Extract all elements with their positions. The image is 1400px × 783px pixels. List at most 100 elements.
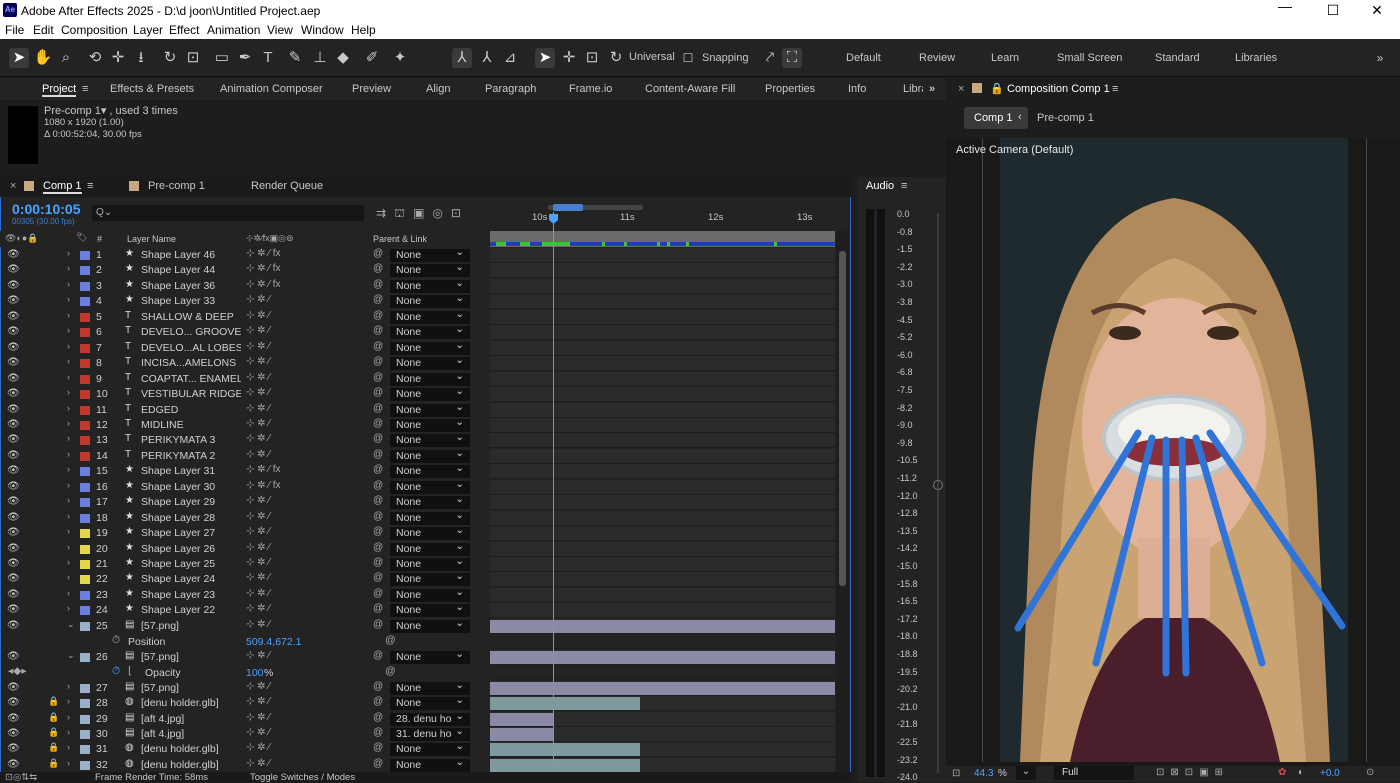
parent-dropdown[interactable]: None <box>390 323 470 340</box>
dolly-camera-icon[interactable]: ⭳ <box>131 48 151 68</box>
workspace-small-screen[interactable]: Small Screen <box>1057 52 1122 64</box>
expand-arrow-icon[interactable]: › <box>67 372 70 382</box>
col-parent-link[interactable]: Parent & Link <box>373 234 427 244</box>
expand-arrow-icon[interactable]: › <box>67 727 70 737</box>
layer-switches[interactable]: ⊹ ✲ ⁄ <box>246 418 270 429</box>
label-color-swatch[interactable] <box>80 606 90 616</box>
menu-effect[interactable]: Effect <box>169 23 199 37</box>
tab-properties[interactable]: Properties <box>765 83 815 95</box>
menu-icon[interactable]: ≡ <box>87 180 93 192</box>
zoom-tool-icon[interactable]: ⌕ <box>56 48 76 68</box>
tab-render-queue[interactable]: Render Queue <box>251 180 323 192</box>
layer-switches[interactable]: ⊹ ✲ ⁄ <box>246 542 270 553</box>
parent-dropdown[interactable]: None <box>390 586 470 602</box>
menu-animation[interactable]: Animation <box>207 23 260 37</box>
label-color-swatch[interactable] <box>80 560 90 569</box>
eye-icon[interactable]: 👁 <box>7 342 20 353</box>
lock-icon[interactable]: 🔒 <box>990 82 1004 95</box>
pickwhip-icon[interactable]: @ <box>373 279 383 290</box>
pickwhip-icon[interactable]: @ <box>373 464 383 475</box>
selection-tool-icon[interactable]: ➤ <box>9 48 29 68</box>
parent-dropdown[interactable]: None <box>390 308 470 324</box>
toggle-switches-modes[interactable]: Toggle Switches / Modes <box>250 772 355 783</box>
parent-dropdown[interactable]: None <box>390 339 470 355</box>
layer-row[interactable]: 👁 🔒 › 29 ▤ [aft 4.jpg] ⊹ ✲ ⁄ @28. denu ho <box>0 710 490 727</box>
snap-icon[interactable]: ⤤ <box>760 48 780 68</box>
parent-dropdown[interactable]: None <box>390 570 470 587</box>
layer-row[interactable]: 👁 › 12 T MIDLINE ⊹ ✲ ⁄ @ None <box>0 416 490 433</box>
stopwatch-icon[interactable]: ⏱ <box>112 665 120 678</box>
layer-row[interactable]: 👁 › 1 ★ Shape Layer 46 ⊹ ✲ ⁄ fx @ None <box>0 246 490 263</box>
expand-arrow-icon[interactable]: › <box>67 449 70 459</box>
pickwhip-icon[interactable]: @ <box>373 511 383 522</box>
rectangle-tool-icon[interactable]: ▭ <box>212 48 232 68</box>
layer-switches[interactable]: ⊹ ✲ ⁄ <box>246 712 270 723</box>
layer-name[interactable]: EDGED <box>141 404 241 416</box>
snapping-checkbox[interactable]: ☐ <box>678 48 698 68</box>
expand-arrow-icon[interactable]: › <box>67 681 70 691</box>
more-workspaces-icon[interactable]: » <box>1370 48 1390 68</box>
current-time[interactable]: 0:00:10:05 <box>12 201 81 217</box>
label-color-swatch[interactable] <box>80 544 90 554</box>
label-color-swatch[interactable] <box>80 436 90 446</box>
pickwhip-icon[interactable]: @ <box>385 634 396 646</box>
pickwhip-icon[interactable]: @ <box>373 603 383 614</box>
pickwhip-icon[interactable]: @ <box>373 727 383 738</box>
layer-name[interactable]: Shape Layer 24 <box>141 573 241 585</box>
eye-icon[interactable]: 👁 <box>7 326 20 337</box>
eye-icon[interactable]: 👁 <box>7 558 20 569</box>
pickwhip-icon[interactable]: @ <box>385 665 396 677</box>
layer-duration-bar[interactable] <box>490 619 835 633</box>
label-color-swatch[interactable] <box>80 251 90 260</box>
world-axis-icon[interactable]: ⅄ <box>477 48 497 68</box>
resolution-dropdown[interactable]: Full <box>1054 766 1134 780</box>
scroll-thumb[interactable] <box>839 251 846 586</box>
layer-track[interactable] <box>490 371 835 387</box>
layer-name[interactable]: VESTIBULAR RIDGE <box>141 388 241 400</box>
expand-arrow-icon[interactable]: › <box>67 696 70 706</box>
eye-icon[interactable]: 👁 <box>7 759 20 770</box>
tab-paragraph[interactable]: Paragraph <box>485 83 536 95</box>
label-color-swatch[interactable] <box>80 328 90 338</box>
label-color-swatch[interactable] <box>80 729 90 739</box>
3d-scale-icon[interactable]: ⊡ <box>582 48 602 68</box>
layer-switches[interactable]: ⊹ ✲ ⁄ <box>246 758 270 769</box>
eye-icon[interactable]: 👁 <box>7 465 20 476</box>
clone-stamp-icon[interactable]: ⊥ <box>310 48 330 68</box>
zoom-dropdown-icon[interactable]: ⌄ <box>1016 766 1036 780</box>
menu-icon[interactable]: ≡ <box>1112 83 1118 95</box>
layer-row[interactable]: 👁 › 23 ★ Shape Layer 23 ⊹ ✲ ⁄ @ None <box>0 586 490 603</box>
3d-move-icon[interactable]: ✛ <box>559 48 579 68</box>
layer-switches[interactable]: ⊹ ✲ ⁄ <box>246 310 270 321</box>
layer-row[interactable]: 👁 › 6 T DEVELO... GROOVES ⊹ ✲ ⁄ @ None <box>0 323 490 340</box>
layer-track[interactable] <box>490 263 835 279</box>
layer-switches[interactable]: ⊹ ✲ ⁄ fx <box>246 464 281 475</box>
layer-switches[interactable]: ⊹ ✲ ⁄ <box>246 619 270 630</box>
layer-name[interactable]: [57.png] <box>141 682 241 694</box>
layer-switches[interactable]: ⊹ ✲ ⁄ fx <box>246 263 281 274</box>
pickwhip-icon[interactable]: @ <box>373 449 383 460</box>
eye-icon[interactable]: 👁 <box>7 249 20 260</box>
expand-arrow-icon[interactable]: ⌄ <box>67 650 75 661</box>
layer-row[interactable]: 👁 › 17 ★ Shape Layer 29 ⊹ ✲ ⁄ @ None <box>0 493 490 510</box>
layer-row[interactable]: 👁 › 16 ★ Shape Layer 30 ⊹ ✲ ⁄ fx @ None <box>0 478 490 495</box>
layer-duration-bar[interactable] <box>490 712 553 726</box>
stopwatch-icon[interactable]: ⏱ <box>112 634 120 647</box>
layer-row[interactable]: 👁 › 18 ★ Shape Layer 28 ⊹ ✲ ⁄ @ None <box>0 509 490 526</box>
layer-switches[interactable]: ⊹ ✲ ⁄ <box>246 433 270 444</box>
pickwhip-icon[interactable]: @ <box>373 742 383 753</box>
parent-dropdown[interactable]: None <box>390 493 470 510</box>
eye-icon[interactable]: 👁 <box>7 697 20 708</box>
layer-track[interactable] <box>490 417 835 433</box>
layer-row[interactable]: 👁 › 3 ★ Shape Layer 36 ⊹ ✲ ⁄ fx @ None <box>0 277 490 294</box>
layer-row[interactable]: 👁 › 24 ★ Shape Layer 22 ⊹ ✲ ⁄ @ None <box>0 601 490 618</box>
menu-icon[interactable]: ≡ <box>901 180 907 192</box>
layer-row[interactable]: 👁 › 27 ▤ [57.png] ⊹ ✲ ⁄ @ None <box>0 679 490 696</box>
layer-duration-bar[interactable] <box>490 697 640 711</box>
eye-icon[interactable]: 👁 <box>7 682 20 693</box>
crumb-precomp1[interactable]: Pre-comp 1 <box>1037 112 1094 124</box>
label-color-swatch[interactable] <box>80 467 90 477</box>
parent-dropdown[interactable]: None <box>390 509 470 525</box>
parent-dropdown[interactable]: None <box>390 679 470 695</box>
expand-arrow-icon[interactable]: › <box>67 418 70 428</box>
